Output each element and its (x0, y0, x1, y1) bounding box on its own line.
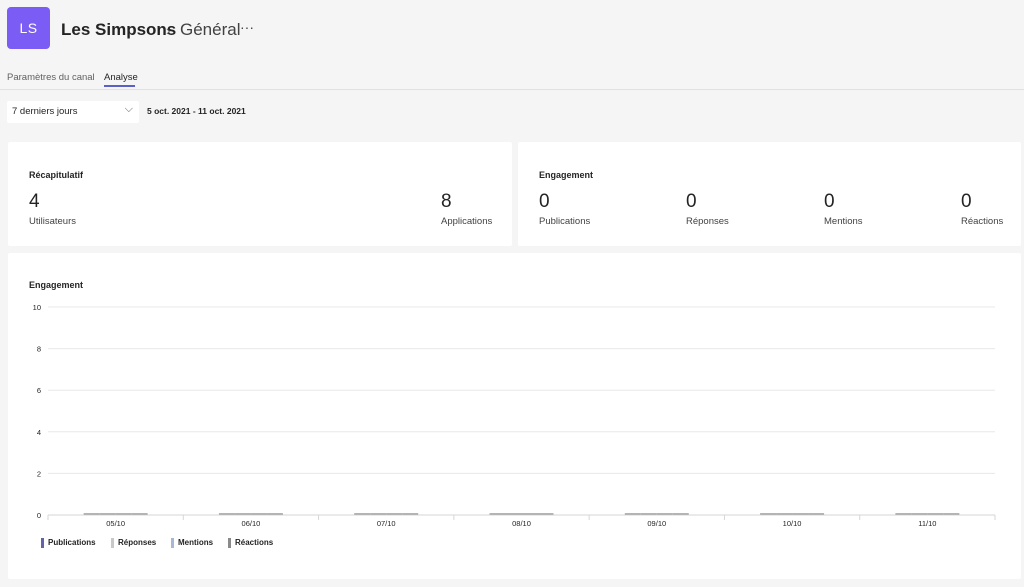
mentions-label: Mentions (824, 216, 863, 227)
bar (131, 513, 148, 515)
replies-label: Réponses (686, 216, 729, 227)
y-tick-label: 6 (37, 386, 41, 395)
y-tick-label: 10 (33, 303, 41, 312)
mentions-count: 0 (824, 191, 835, 212)
channel-header: LS Les Simpsons › Général ··· (0, 0, 1024, 62)
x-tick-label: 06/10 (242, 519, 261, 528)
bar (808, 513, 825, 515)
bar (266, 513, 283, 515)
x-tick-label: 09/10 (647, 519, 666, 528)
legend-swatch (111, 538, 114, 548)
posts-count: 0 (539, 191, 550, 212)
bar (927, 513, 944, 515)
bar (386, 513, 403, 515)
bar (624, 513, 641, 515)
engagement-title: Engagement (539, 170, 594, 180)
engagement-chart-card: Engagement 0 2 4 6 8 10 05/10 06/10 07/10 08/10 09… (8, 253, 1021, 579)
x-tick-label: 07/10 (377, 519, 396, 528)
engagement-card: Engagement 0 Publications 0 Réponses 0 M… (518, 142, 1021, 246)
legend-swatch (228, 538, 231, 548)
bar (99, 513, 116, 515)
chart-title: Engagement (29, 280, 84, 290)
tab-analytics[interactable]: Analyse (104, 72, 138, 83)
bar (250, 513, 267, 515)
y-tick-label: 0 (37, 511, 41, 520)
y-tick-label: 4 (37, 428, 41, 437)
reactions-count: 0 (961, 191, 972, 212)
tab-channel-settings[interactable]: Paramètres du canal (7, 72, 95, 83)
bar (354, 513, 371, 515)
legend-swatch (41, 538, 44, 548)
bar (792, 513, 809, 515)
replies-count: 0 (686, 191, 697, 212)
bar (83, 513, 100, 515)
bar (521, 513, 538, 515)
x-tick-label: 05/10 (106, 519, 125, 528)
channel-tabs: Paramètres du canal Analyse (0, 70, 1024, 90)
y-tick-label: 8 (37, 345, 41, 354)
period-dropdown-value: 7 derniers jours (12, 106, 78, 117)
users-label: Utilisateurs (29, 216, 76, 227)
chevron-down-icon: ⌵ (124, 103, 133, 115)
y-tick-label: 2 (37, 469, 41, 478)
apps-count: 8 (441, 191, 452, 212)
users-count: 4 (29, 191, 40, 212)
engagement-chart: 0 2 4 6 8 10 05/10 06/10 07/10 08/10 09/10 10/10 11/… (33, 303, 996, 528)
bar (505, 513, 522, 515)
bar (370, 513, 387, 515)
legend-label: Publications (48, 538, 96, 547)
bar (402, 513, 419, 515)
active-tab-indicator (104, 85, 135, 87)
date-range: 5 oct. 2021 - 11 oct. 2021 (147, 106, 246, 116)
period-dropdown[interactable]: 7 derniers jours ⌵ (7, 101, 139, 123)
legend-swatch (171, 538, 174, 548)
bar (489, 513, 506, 515)
bar (218, 513, 235, 515)
legend-label: Réponses (118, 538, 157, 547)
chevron-right-icon: › (166, 23, 171, 38)
posts-label: Publications (539, 216, 591, 227)
bar (776, 513, 793, 515)
team-avatar[interactable]: LS (7, 7, 50, 49)
summary-card: Récapitulatif 4 Utilisateurs 8 Applicati… (8, 142, 512, 246)
x-tick-label: 08/10 (512, 519, 531, 528)
bar (656, 513, 673, 515)
more-options-icon[interactable]: ··· (240, 19, 254, 35)
bar (537, 513, 554, 515)
bar (911, 513, 928, 515)
channel-name: Général (180, 20, 241, 39)
bar (640, 513, 657, 515)
bar (672, 513, 689, 515)
x-tick-label: 10/10 (783, 519, 802, 528)
x-tick-label: 11/10 (918, 519, 936, 528)
bar (115, 513, 132, 515)
bar (943, 513, 960, 515)
legend-label: Réactions (235, 538, 274, 547)
legend-label: Mentions (178, 538, 214, 547)
bar (234, 513, 251, 515)
team-name[interactable]: Les Simpsons (61, 20, 176, 40)
bar (760, 513, 777, 515)
bar (895, 513, 912, 515)
reactions-label: Réactions (961, 216, 1004, 227)
apps-label: Applications (441, 216, 493, 227)
summary-title: Récapitulatif (29, 170, 84, 180)
